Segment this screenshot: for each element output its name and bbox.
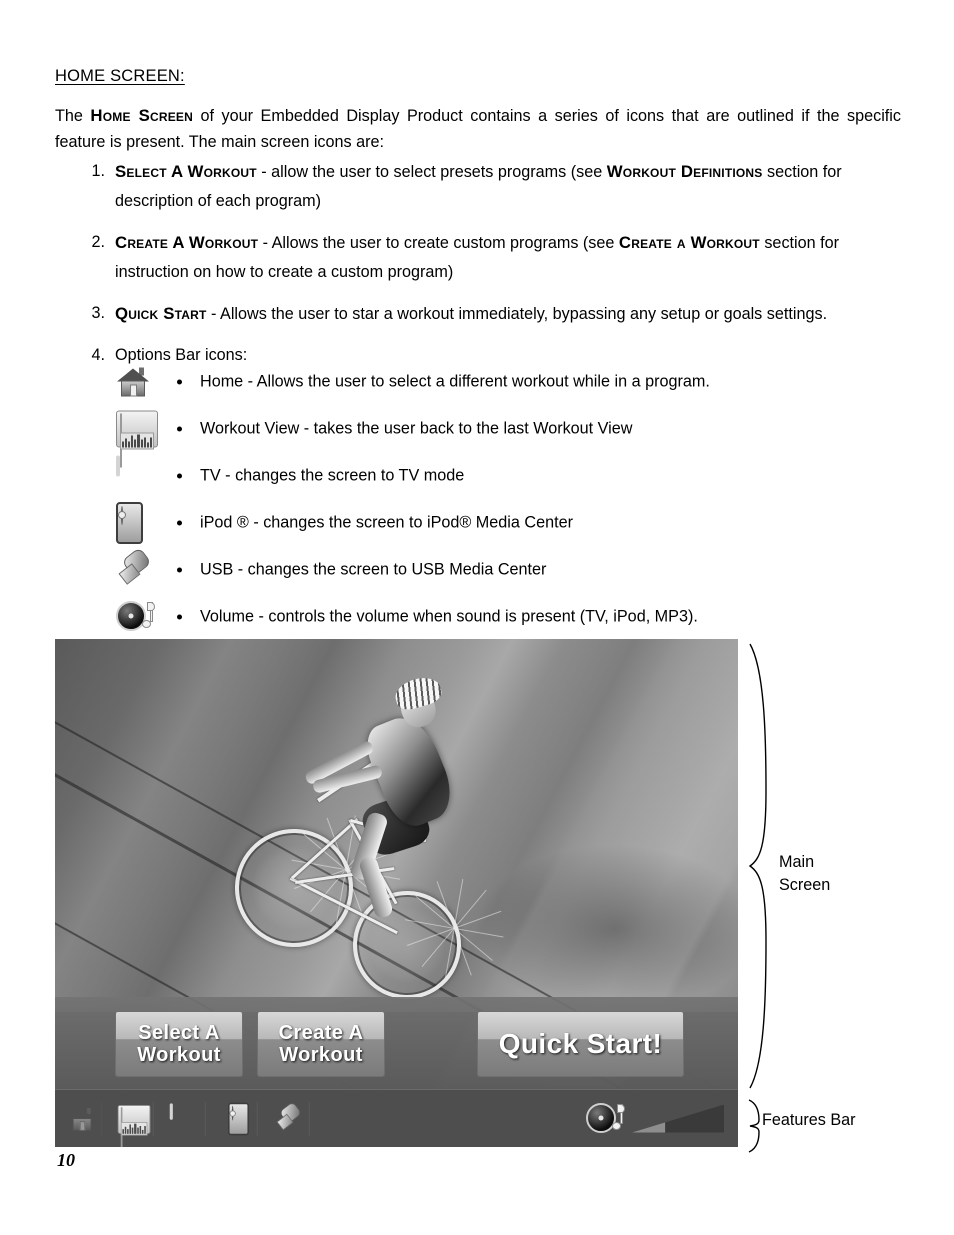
create-workout-line2: Workout [279, 1044, 363, 1066]
icon-list-item: Home - Allows the user to select a diffe… [110, 358, 900, 405]
numbered-list: 1. Select A Workout - allow the user to s… [55, 157, 901, 382]
home-icon [116, 365, 150, 398]
page-number: 10 [57, 1150, 75, 1170]
tv-icon [116, 455, 158, 494]
features-bar-usb-icon[interactable] [271, 1100, 310, 1136]
select-workout-line1: Select A [138, 1022, 220, 1044]
page-title: HOME SCREEN: [55, 67, 185, 85]
features-bar-tv-icon[interactable] [167, 1101, 206, 1136]
icon-list-label: USB - changes the screen to USB Media Ce… [200, 560, 547, 578]
list-item-term: Create A Workout [115, 233, 259, 252]
icon-list-item: TV - changes the screen to TV mode [110, 452, 900, 499]
ipod-icon [116, 501, 143, 544]
main-screen-annotation-line2: Screen [779, 876, 831, 894]
features-bar [55, 1089, 738, 1147]
bullet-marker [177, 614, 182, 619]
home-screen-screenshot: Select A Workout Create A Workout Quick … [55, 639, 738, 1147]
create-a-workout-button[interactable]: Create A Workout [257, 1011, 385, 1077]
icon-list-item: USB - changes the screen to USB Media Ce… [110, 546, 900, 593]
icon-list-item: Volume - controls the volume when sound … [110, 593, 900, 640]
document-page: HOME SCREEN: The Home Screen of your Emb… [0, 0, 954, 1235]
features-bar-ipod-icon[interactable] [219, 1101, 258, 1136]
list-item-body-before: - Allows the user to create custom progr… [258, 234, 619, 252]
icon-list-label: TV - changes the screen to TV mode [200, 466, 465, 484]
bullet-marker [177, 379, 182, 384]
icon-list-item: Workout View - takes the user back to th… [110, 405, 900, 467]
list-item-term2: Create a Workout [618, 233, 760, 252]
main-screen-button-bar: Select A Workout Create A Workout Quick … [55, 997, 738, 1089]
list-item: 1. Select A Workout - allow the user to s… [55, 157, 901, 216]
list-item: 2. Create A Workout - Allows the user to … [55, 228, 901, 287]
intro-smallcaps-term: Home Screen [90, 106, 193, 125]
list-item-number: 4. [91, 346, 105, 364]
features-bar-workout-view-icon[interactable] [115, 1101, 154, 1147]
select-workout-line2: Workout [137, 1044, 221, 1066]
intro-part1: The [55, 107, 91, 125]
main-screen-brace [748, 643, 767, 1089]
usb-icon [116, 546, 156, 589]
main-screen-annotation-line1: Main [779, 853, 815, 871]
cyclist-figure [218, 659, 555, 1015]
list-item-term2: Workout Definitions [606, 162, 763, 181]
volume-slider[interactable] [632, 1104, 724, 1133]
create-workout-line1: Create A [278, 1022, 364, 1044]
select-a-workout-button[interactable]: Select A Workout [115, 1011, 243, 1077]
features-bar-home-icon[interactable] [63, 1101, 102, 1136]
features-bar-annotation: Features Bar [762, 1111, 856, 1129]
bullet-marker [177, 520, 182, 525]
quick-start-label: Quick Start! [498, 1028, 663, 1059]
icon-list-label: iPod ® - changes the screen to iPod® Med… [200, 513, 573, 531]
volume-control[interactable] [586, 1101, 724, 1137]
list-item-number: 3. [91, 304, 105, 322]
bullet-marker [177, 567, 182, 572]
icon-list-label: Workout View - takes the user back to th… [200, 419, 633, 437]
bullet-marker [177, 473, 182, 478]
cyclist-photo [55, 639, 738, 1147]
options-bar-icon-list: Home - Allows the user to select a diffe… [110, 358, 900, 640]
list-item-number: 2. [91, 233, 105, 251]
icon-list-item: iPod ® - changes the screen to iPod® Med… [110, 499, 900, 546]
list-item-term: Quick Start [115, 304, 207, 323]
icon-list-label: Home - Allows the user to select a diffe… [200, 372, 710, 390]
list-item-term: Select A Workout [115, 162, 257, 181]
volume-icon [116, 599, 156, 635]
list-item: 3. Quick Start - Allows the user to star … [55, 299, 901, 329]
bullet-marker [177, 426, 182, 431]
intro-paragraph: The Home Screen of your Embedded Display… [55, 103, 901, 155]
icon-list-label: Volume - controls the volume when sound … [200, 607, 698, 625]
list-item-body-before: - allow the user to select presets progr… [256, 163, 607, 181]
features-bar-volume-icon[interactable] [586, 1101, 626, 1137]
list-item-number: 1. [91, 162, 105, 180]
list-item-body-before: - Allows the user to star a workout imme… [206, 305, 828, 323]
workout-view-icon [116, 410, 158, 467]
main-screen-annotation: Main Screen [779, 851, 830, 897]
quick-start-button[interactable]: Quick Start! [477, 1011, 684, 1077]
